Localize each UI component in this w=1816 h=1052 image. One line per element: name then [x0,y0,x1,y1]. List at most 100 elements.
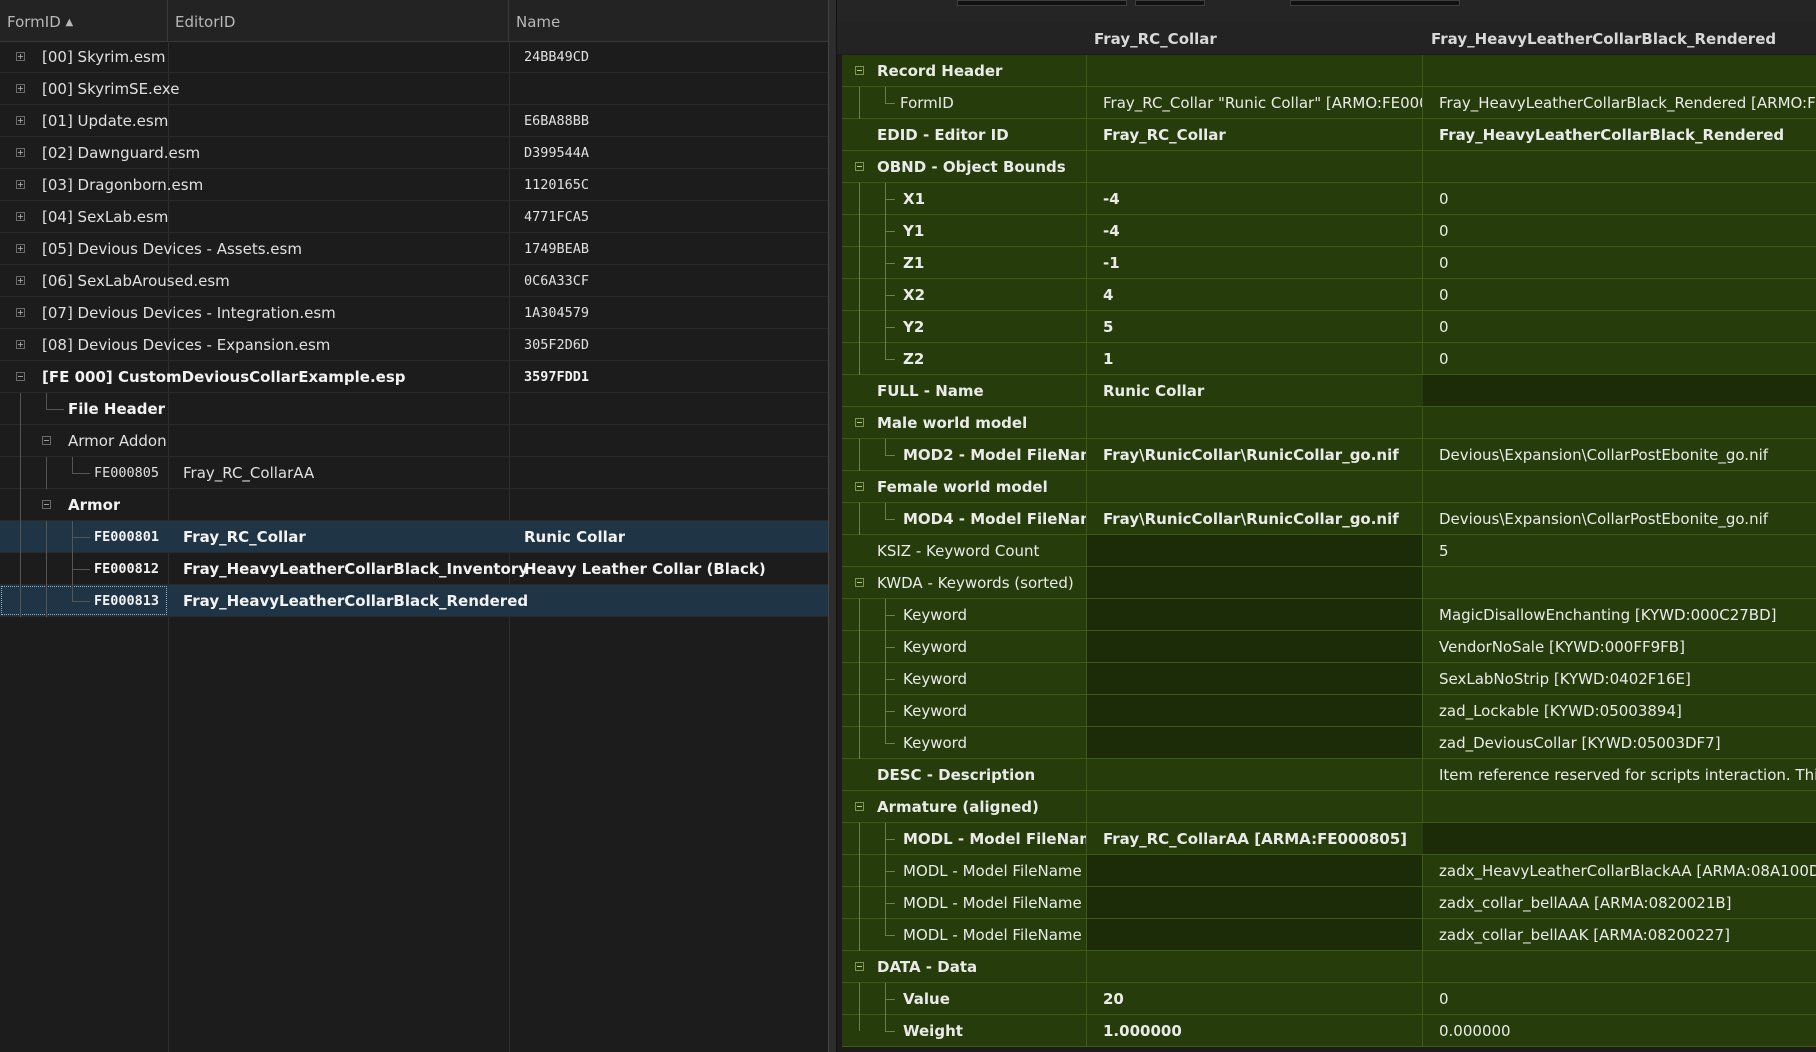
field-value-2[interactable]: zad_DeviousCollar [KYWD:05003DF7] [1423,727,1816,758]
field-row-formid[interactable]: FormID Fray_RC_Collar "Runic Collar" [AR… [842,87,1816,119]
expand-plus-icon[interactable] [16,244,25,253]
column-header-editorid[interactable]: EditorID [168,0,509,41]
expand-plus-icon[interactable] [16,52,25,61]
collapse-minus-icon[interactable] [42,500,51,509]
field-value-2[interactable]: 0 [1423,983,1816,1014]
field-row-female-model[interactable]: Female world model [842,471,1816,503]
field-row-keyword[interactable]: Keyword MagicDisallowEnchanting [KYWD:00… [842,599,1816,631]
field-value-2[interactable]: 0 [1423,247,1816,278]
empty-cell[interactable] [1087,599,1422,630]
field-value-2[interactable]: Devious\Expansion\CollarPostEbonite_go.n… [1423,503,1816,534]
field-row-data[interactable]: DATA - Data [842,951,1816,983]
tree-row-record[interactable]: FE000805 Fray_RC_CollarAA [0,457,828,489]
toolbar-filter-input[interactable] [957,0,1127,6]
field-row-bound[interactable]: Y1 -4 0 [842,215,1816,247]
field-value-1[interactable]: 20 [1087,983,1422,1014]
field-value-2[interactable]: 0.000000 [1423,1015,1816,1046]
pane-splitter[interactable] [828,0,837,1052]
field-row-modl[interactable]: MODL - Model FileName zadx_collar_bellAA… [842,919,1816,951]
collapse-minus-icon[interactable] [16,372,25,381]
empty-cell[interactable] [1423,375,1816,406]
field-row-modl[interactable]: MODL - Model FileName zadx_HeavyLeatherC… [842,855,1816,887]
field-value-2[interactable]: 5 [1423,535,1816,566]
field-row-bound[interactable]: Z1 -1 0 [842,247,1816,279]
tree-row-file[interactable]: [07] Devious Devices - Integration.esm 1… [0,297,828,329]
expand-plus-icon[interactable] [16,276,25,285]
field-value-2[interactable]: 0 [1423,215,1816,246]
empty-cell[interactable] [1087,663,1422,694]
field-value-1[interactable]: Runic Collar [1087,375,1422,406]
tree-row-file[interactable]: [04] SexLab.esm 4771FCA5 [0,201,828,233]
tree-row-group-armor[interactable]: Armor [0,489,828,521]
empty-cell[interactable] [1087,855,1422,886]
field-row-mod4[interactable]: MOD4 - Model FileName Fray\RunicCollar\R… [842,503,1816,535]
field-value-1[interactable]: 4 [1087,279,1422,310]
column-header-name[interactable]: Name [509,0,828,41]
record-view-pane[interactable]: Fray_RC_Collar Fray_HeavyLeatherCollarBl… [837,0,1816,1052]
field-value-1[interactable]: -1 [1087,247,1422,278]
field-row-full-name[interactable]: FULL - Name Runic Collar [842,375,1816,407]
field-row-kwda[interactable]: KWDA - Keywords (sorted) [842,567,1816,599]
field-value-2[interactable]: MagicDisallowEnchanting [KYWD:000C27BD] [1423,599,1816,630]
expand-plus-icon[interactable] [16,180,25,189]
tree-row-file[interactable]: [05] Devious Devices - Assets.esm 1749BE… [0,233,828,265]
field-value-2[interactable]: zad_Lockable [KYWD:05003894] [1423,695,1816,726]
tree-row-record[interactable]: FE000801 Fray_RC_Collar Runic Collar [0,521,828,553]
expand-plus-icon[interactable] [16,212,25,221]
field-row-value[interactable]: Value 20 0 [842,983,1816,1015]
field-value-2[interactable]: 0 [1423,343,1816,374]
field-row-desc[interactable]: DESC - Description Item reference reserv… [842,759,1816,791]
field-value-2[interactable]: zadx_collar_bellAAA [ARMA:0820021B] [1423,887,1816,918]
field-row-ksiz[interactable]: KSIZ - Keyword Count 5 [842,535,1816,567]
toolbar-filter-select[interactable] [1135,0,1205,6]
tree-row-file[interactable]: [03] Dragonborn.esm 1120165C [0,169,828,201]
field-value-2[interactable]: Fray_HeavyLeatherCollarBlack_Rendered [1423,119,1816,150]
empty-cell[interactable] [1087,695,1422,726]
tree-row-file[interactable]: [01] Update.esm E6BA88BB [0,105,828,137]
tree-row-record-focused[interactable]: FE000813 Fray_HeavyLeatherCollarBlack_Re… [0,585,828,617]
field-value-2[interactable]: 0 [1423,279,1816,310]
field-value-2[interactable]: 0 [1423,183,1816,214]
field-row-obnd[interactable]: OBND - Object Bounds [842,151,1816,183]
empty-cell[interactable] [1087,919,1422,950]
field-row-bound[interactable]: X1 -4 0 [842,183,1816,215]
field-row-edid[interactable]: EDID - Editor ID Fray_RC_Collar Fray_Hea… [842,119,1816,151]
expand-plus-icon[interactable] [16,84,25,93]
field-value-2[interactable]: SexLabNoStrip [KYWD:0402F16E] [1423,663,1816,694]
tree-row-file[interactable]: [02] Dawnguard.esm D399544A [0,137,828,169]
tree-row-record[interactable]: FE000812 Fray_HeavyLeatherCollarBlack_In… [0,553,828,585]
field-value-2[interactable]: Item reference reserved for scripts inte… [1423,759,1816,790]
field-value-1[interactable]: Fray_RC_CollarAA [ARMA:FE000805] [1087,823,1422,854]
empty-cell[interactable] [1087,727,1422,758]
expand-plus-icon[interactable] [16,148,25,157]
column-header-formid[interactable]: FormID ▲ [0,0,168,41]
empty-cell[interactable] [1087,535,1422,566]
expand-plus-icon[interactable] [16,340,25,349]
field-row-modl[interactable]: MODL - Model FileName Fray_RC_CollarAA [… [842,823,1816,855]
expand-plus-icon[interactable] [16,308,25,317]
empty-cell[interactable] [1087,887,1422,918]
tree-row-file-header[interactable]: File Header [0,393,828,425]
field-row-armature[interactable]: Armature (aligned) [842,791,1816,823]
collapse-minus-icon[interactable] [42,436,51,445]
tree-row-file[interactable]: [00] SkyrimSE.exe [0,73,828,105]
field-value-2[interactable]: Devious\Expansion\CollarPostEbonite_go.n… [1423,439,1816,470]
field-row-weight[interactable]: Weight 1.000000 0.000000 [842,1015,1816,1047]
field-value-1[interactable]: -4 [1087,215,1422,246]
field-value-1[interactable]: 1.000000 [1087,1015,1422,1046]
expand-plus-icon[interactable] [16,116,25,125]
tree-row-file[interactable]: [08] Devious Devices - Expansion.esm 305… [0,329,828,361]
tree-row-group-armor-addon[interactable]: Armor Addon [0,425,828,457]
field-row-male-model[interactable]: Male world model [842,407,1816,439]
field-value-1[interactable]: 1 [1087,343,1422,374]
field-row-mod2[interactable]: MOD2 - Model FileName Fray\RunicCollar\R… [842,439,1816,471]
toolbar-filter-input[interactable] [1290,0,1460,6]
field-value-1[interactable]: Fray_RC_Collar [1087,119,1422,150]
field-value-2[interactable]: zadx_HeavyLeatherCollarBlackAA [ARMA:08A… [1423,855,1816,886]
empty-cell[interactable] [1087,567,1422,598]
field-row-modl[interactable]: MODL - Model FileName zadx_collar_bellAA… [842,887,1816,919]
field-row-bound[interactable]: Y2 5 0 [842,311,1816,343]
field-value-1[interactable]: -4 [1087,183,1422,214]
field-value-2[interactable]: zadx_collar_bellAAK [ARMA:08200227] [1423,919,1816,950]
field-row-bound[interactable]: X2 4 0 [842,279,1816,311]
